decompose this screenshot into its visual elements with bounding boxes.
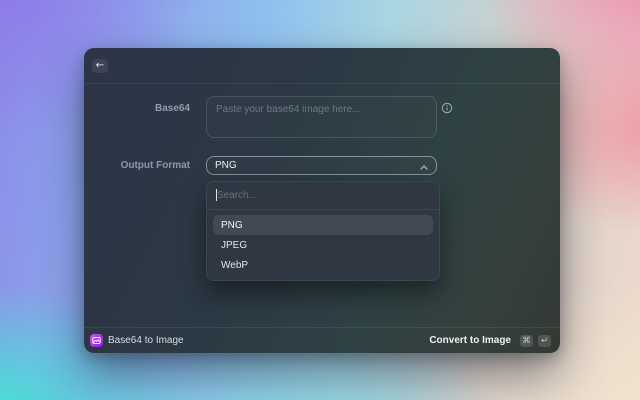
base64-label: Base64	[84, 103, 190, 114]
format-dropdown: PNG JPEG WebP	[206, 181, 440, 281]
output-format-select[interactable]: PNG	[206, 156, 437, 175]
text-caret	[216, 189, 217, 201]
footer-extension: Base64 to Image	[90, 334, 429, 347]
desktop-background: ← Base64 Output Format PNG	[0, 0, 640, 400]
primary-action-label[interactable]: Convert to Image	[429, 335, 511, 346]
select-value: PNG	[215, 160, 420, 171]
extension-name: Base64 to Image	[108, 335, 184, 346]
info-icon[interactable]	[441, 102, 453, 114]
return-key-badge: ↵	[538, 335, 551, 347]
back-arrow-icon: ←	[96, 59, 104, 72]
dropdown-options: PNG JPEG WebP	[207, 210, 439, 280]
output-format-label: Output Format	[84, 160, 190, 171]
back-button[interactable]: ←	[92, 59, 108, 73]
base64-input[interactable]	[206, 96, 437, 138]
extension-icon	[90, 334, 103, 347]
window-header: ←	[84, 48, 560, 84]
dropdown-option-png[interactable]: PNG	[213, 215, 433, 235]
chevron-up-icon	[420, 157, 428, 175]
app-window: ← Base64 Output Format PNG	[84, 48, 560, 353]
dropdown-option-webp[interactable]: WebP	[213, 255, 433, 275]
form-content: Base64 Output Format PNG	[84, 84, 560, 327]
window-footer: Base64 to Image Convert to Image ⌘ ↵	[84, 327, 560, 353]
dropdown-option-jpeg[interactable]: JPEG	[213, 235, 433, 255]
dropdown-search-input[interactable]	[207, 182, 439, 209]
footer-actions: Convert to Image ⌘ ↵	[429, 335, 551, 347]
command-key-badge: ⌘	[520, 335, 533, 347]
dropdown-search	[207, 182, 439, 209]
